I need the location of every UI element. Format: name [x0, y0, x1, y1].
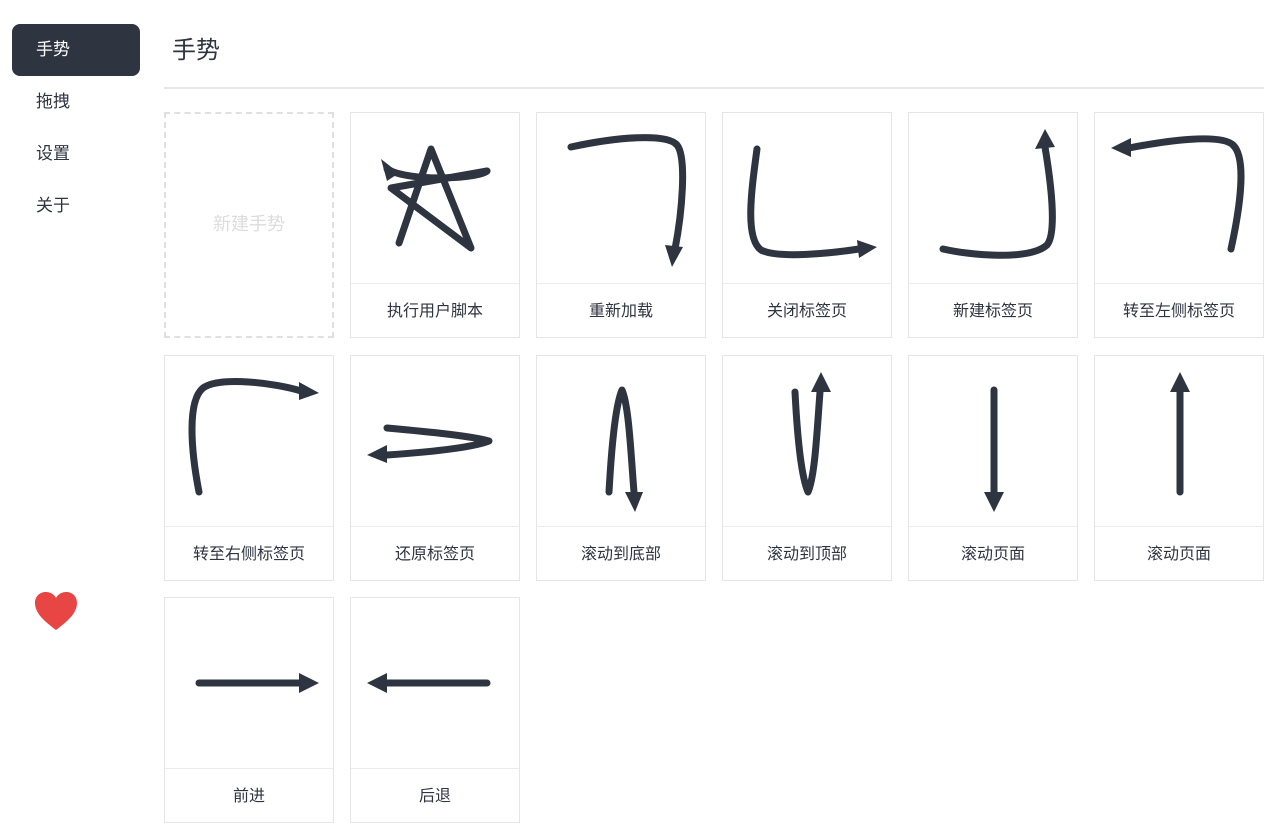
gesture-card[interactable]: 后退 [350, 597, 520, 823]
gesture-label: 还原标签页 [394, 544, 475, 563]
gesture-card[interactable]: 关闭标签页 [722, 112, 892, 338]
title-divider [164, 87, 1264, 89]
sidebar-item-drag[interactable]: 拖拽 [12, 76, 140, 128]
gesture-label: 关闭标签页 [766, 301, 847, 320]
sidebar: 手势 拖拽 设置 关于 [0, 0, 152, 800]
sidebar-item-about[interactable]: 关于 [12, 180, 140, 232]
gesture-card[interactable]: 转至右侧标签页 [164, 355, 334, 581]
gesture-label: 滚动页面 [1146, 544, 1211, 563]
sidebar-item-gestures[interactable]: 手势 [12, 24, 140, 76]
page-title: 手势 [172, 36, 220, 64]
gesture-card[interactable]: 滚动页面 [1094, 355, 1264, 581]
right-left-zigzag-gesture-icon [351, 356, 519, 526]
gesture-card[interactable]: 重新加载 [536, 112, 706, 338]
up-left-hook-gesture-icon [1095, 113, 1263, 283]
main-content: 手势 新建手势 执行用户脚本 重新加载 关闭标签页 新建标签页 转至左侧标签页 … [164, 0, 1264, 823]
gesture-card[interactable]: 滚动到底部 [536, 355, 706, 581]
down-right-l-gesture-icon [723, 113, 891, 283]
gesture-label: 滚动到底部 [580, 544, 661, 563]
gesture-card[interactable]: 转至左侧标签页 [1094, 112, 1264, 338]
gesture-label: 新建标签页 [952, 301, 1033, 320]
gesture-label: 执行用户脚本 [386, 301, 483, 320]
up-right-curve-gesture-icon [165, 356, 333, 526]
right-up-hook-gesture-icon [909, 113, 1077, 283]
gesture-card[interactable]: 滚动页面 [908, 355, 1078, 581]
gesture-card[interactable]: 还原标签页 [350, 355, 520, 581]
right-down-hook-gesture-icon [537, 113, 705, 283]
up-down-gesture-icon [537, 356, 705, 526]
sidebar-item-settings[interactable]: 设置 [12, 128, 140, 180]
heart-icon[interactable] [34, 590, 78, 634]
gesture-card[interactable]: 前进 [164, 597, 334, 823]
gesture-label: 前进 [232, 786, 265, 805]
gesture-card[interactable]: 滚动到顶部 [722, 355, 892, 581]
down-arrow-gesture-icon [909, 356, 1077, 526]
gesture-label: 转至左侧标签页 [1122, 301, 1235, 320]
gesture-label: 滚动到顶部 [766, 544, 847, 563]
up-arrow-gesture-icon [1095, 356, 1263, 526]
gesture-label: 重新加载 [588, 301, 653, 320]
gesture-card[interactable]: 新建标签页 [908, 112, 1078, 338]
gesture-label: 转至右侧标签页 [192, 544, 305, 563]
new-gesture-label: 新建手势 [213, 214, 285, 235]
star-gesture-icon [351, 113, 519, 283]
gesture-card[interactable]: 执行用户脚本 [350, 112, 520, 338]
down-up-gesture-icon [723, 356, 891, 526]
new-gesture-button[interactable]: 新建手势 [164, 112, 334, 338]
gesture-label: 滚动页面 [960, 544, 1025, 563]
right-arrow-gesture-icon [165, 598, 333, 768]
gesture-label: 后退 [418, 786, 451, 805]
left-arrow-gesture-icon [351, 598, 519, 768]
